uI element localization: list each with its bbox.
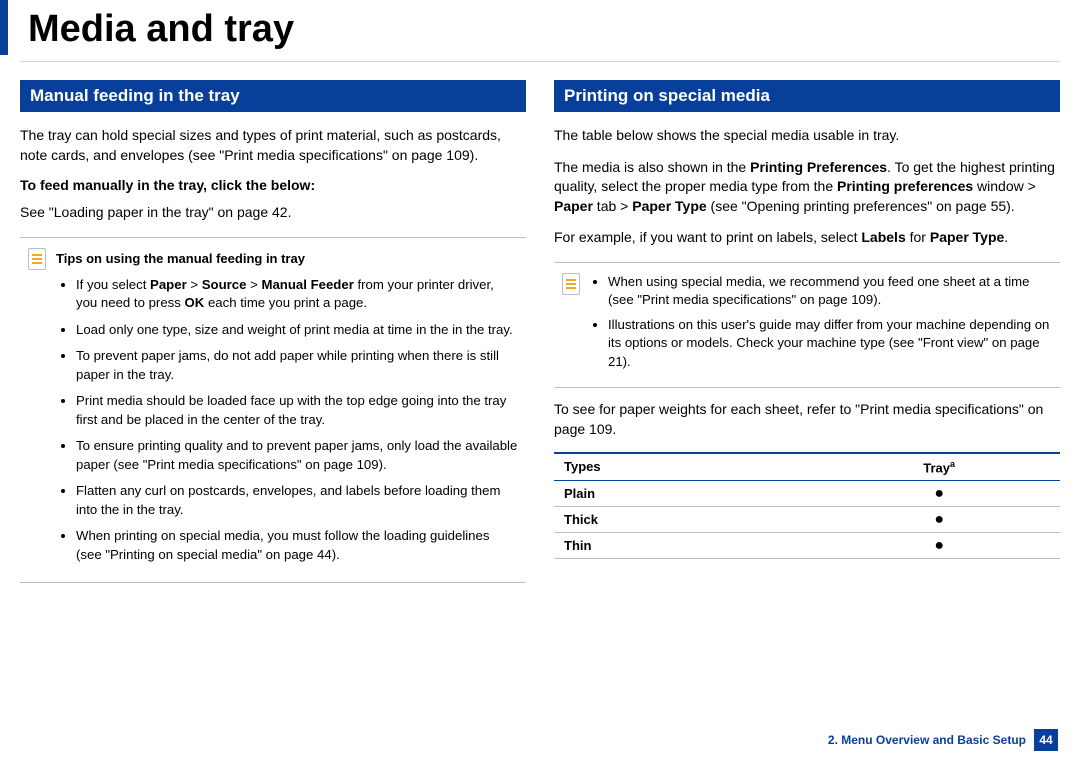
dot-icon: ●	[934, 485, 944, 502]
left-paragraph-2: See "Loading paper in the tray" on page …	[20, 203, 526, 223]
tip-item: If you select Paper > Source > Manual Fe…	[76, 276, 518, 313]
tip-box-right: When using special media, we recommend y…	[554, 262, 1060, 388]
right-paragraph-1: The table below shows the special media …	[554, 126, 1060, 146]
tip-item: Print media should be loaded face up wit…	[76, 392, 518, 429]
tip-item: Load only one type, size and weight of p…	[76, 321, 518, 339]
tip-item: Illustrations on this user's guide may d…	[608, 316, 1052, 371]
right-paragraph-2: The media is also shown in the Printing …	[554, 158, 1060, 217]
dot-icon: ●	[934, 537, 944, 554]
tip-item: When printing on special media, you must…	[76, 527, 518, 564]
media-table: Types Traya Plain ● Thick ● Thin ●	[554, 452, 1060, 559]
page-number: 44	[1034, 729, 1058, 751]
footer: 2. Menu Overview and Basic Setup 44	[828, 729, 1058, 751]
left-subhead: To feed manually in the tray, click the …	[20, 177, 526, 193]
note-icon	[562, 273, 580, 295]
title-divider	[20, 61, 1060, 62]
right-paragraph-3: For example, if you want to print on lab…	[554, 228, 1060, 248]
table-row: Thick ●	[554, 506, 1060, 532]
content-columns: Manual feeding in the tray The tray can …	[0, 80, 1080, 583]
right-column: Printing on special media The table belo…	[554, 80, 1060, 583]
tip-box-left: Tips on using the manual feeding in tray…	[20, 237, 526, 583]
right-paragraph-4: To see for paper weights for each sheet,…	[554, 400, 1060, 439]
tip-item: Flatten any curl on postcards, envelopes…	[76, 482, 518, 519]
table-row: Plain ●	[554, 480, 1060, 506]
tip-list-right: When using special media, we recommend y…	[590, 273, 1052, 377]
note-icon	[28, 248, 46, 270]
table-header-types: Types	[554, 453, 818, 481]
left-column: Manual feeding in the tray The tray can …	[20, 80, 526, 583]
section-heading-left: Manual feeding in the tray	[20, 80, 526, 112]
dot-icon: ●	[934, 511, 944, 528]
tip-title-left: Tips on using the manual feeding in tray	[56, 251, 305, 266]
table-header-tray: Traya	[818, 453, 1060, 481]
tip-item: To ensure printing quality and to preven…	[76, 437, 518, 474]
page-title: Media and tray	[0, 0, 1080, 55]
footer-chapter: 2. Menu Overview and Basic Setup	[828, 733, 1026, 747]
tip-item: To prevent paper jams, do not add paper …	[76, 347, 518, 384]
left-paragraph-1: The tray can hold special sizes and type…	[20, 126, 526, 165]
tip-item: When using special media, we recommend y…	[608, 273, 1052, 310]
table-row: Thin ●	[554, 532, 1060, 558]
section-heading-right: Printing on special media	[554, 80, 1060, 112]
tip-list-left: If you select Paper > Source > Manual Fe…	[28, 276, 518, 564]
